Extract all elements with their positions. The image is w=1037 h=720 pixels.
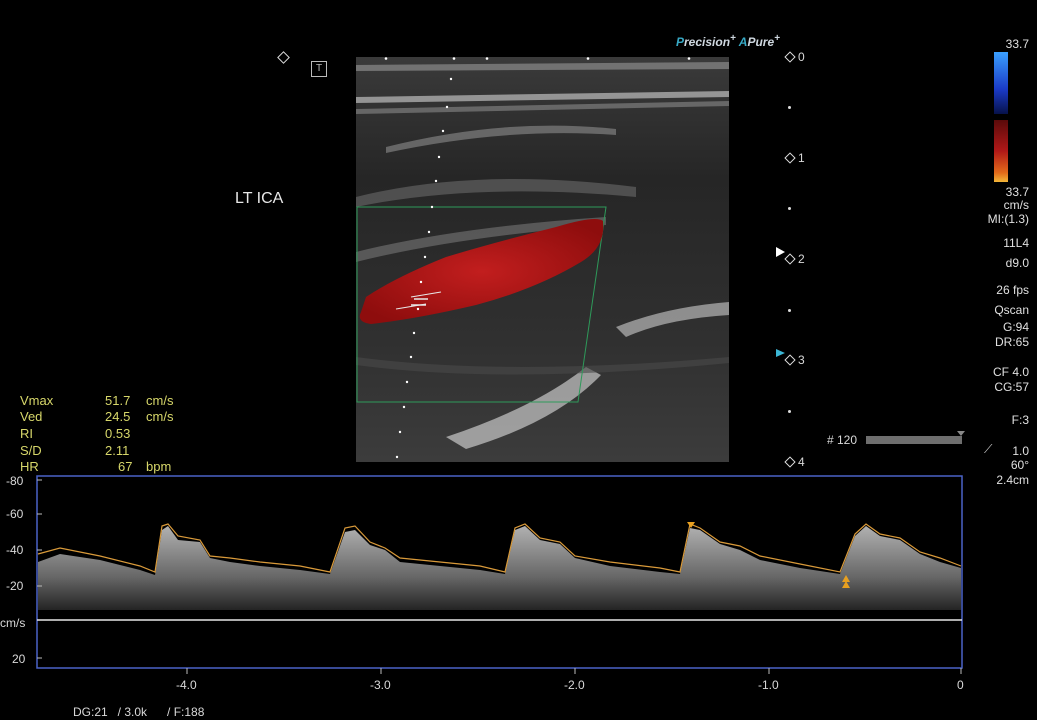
x-tick-label: 0: [957, 678, 964, 692]
setting-fps: 26 fps: [996, 283, 1029, 297]
x-tick-label: -3.0: [370, 678, 391, 692]
measurement-label: Ved: [20, 409, 43, 424]
x-tick-label: -1.0: [758, 678, 779, 692]
measurement-label: S/D: [20, 443, 42, 458]
measurement-unit: cm/s: [146, 409, 174, 424]
depth-half-dot: [788, 309, 791, 312]
doppler-info-bar: DG:21 / 3.0k / F:188: [73, 705, 205, 719]
probe-marker-icon: T: [311, 61, 327, 77]
depth-marker-icon: [784, 152, 796, 164]
focus-marker-icon: [776, 247, 785, 257]
setting-mi: MI:(1.3): [987, 212, 1029, 226]
ultrasound-image: [356, 57, 729, 462]
y-tick-label: -40: [6, 543, 24, 557]
depth-marker-icon: [784, 456, 796, 468]
angle-correction-icon: ⟋: [984, 442, 993, 456]
cine-scroll-bar[interactable]: [866, 436, 962, 444]
depth-marker-icon: [784, 354, 796, 366]
color-bar-positive: [994, 52, 1008, 114]
measurement-value: 0.53: [105, 426, 131, 441]
color-bar-negative: [994, 120, 1008, 182]
orientation-diamond-icon: [277, 51, 290, 64]
measurement-value: 24.5: [105, 409, 131, 424]
y-tick-label: 20: [12, 652, 26, 666]
x-tick-label: -2.0: [564, 678, 585, 692]
depth-half-dot: [788, 207, 791, 210]
setting-filter: F:3: [1011, 413, 1029, 427]
depth-tick-label: 3: [798, 353, 805, 367]
setting-gain: G:94: [1002, 320, 1029, 334]
depth-marker-icon: [784, 51, 796, 63]
setting-cg: CG:57: [994, 380, 1029, 394]
color-bar-bottom-label: 33.7: [1005, 185, 1029, 199]
measurement-value: 51.7: [105, 393, 131, 408]
measurement-value: 2.11: [105, 443, 130, 458]
measurement-label: Vmax: [20, 393, 54, 408]
y-tick-label: -20: [6, 579, 24, 593]
measurement-unit: cm/s: [146, 393, 174, 408]
depth-tick-label: 2: [798, 252, 805, 266]
setting-probe: 11L4: [1003, 236, 1029, 250]
y-tick-label: -80: [6, 474, 24, 488]
cf-focus-marker-icon: [776, 349, 785, 357]
vessel-label: LT ICA: [235, 190, 284, 207]
depth-tick-label: 1: [798, 151, 805, 165]
depth-marker-icon: [784, 253, 796, 265]
depth-half-dot: [788, 410, 791, 413]
spectral-doppler-display: [36, 475, 963, 674]
color-bar-top-label: 33.7: [1005, 37, 1029, 51]
setting-qscan: Qscan: [994, 303, 1029, 317]
x-tick-label: -4.0: [176, 678, 197, 692]
color-bar-unit: cm/s: [1003, 198, 1029, 212]
depth-tick-label: 4: [798, 455, 805, 469]
cine-marker-icon: [957, 431, 965, 436]
y-axis-unit: cm/s: [0, 616, 26, 630]
angle-value-1: 1.0: [1012, 444, 1029, 458]
depth-tick-label: 0: [798, 50, 805, 64]
y-tick-label: -60: [6, 507, 24, 521]
setting-cf: CF 4.0: [992, 365, 1029, 379]
measurement-label: RI: [20, 426, 33, 441]
depth-half-dot: [788, 106, 791, 109]
frame-counter: # 120: [827, 433, 858, 447]
brand-logo: Precision+ APure+: [676, 33, 780, 49]
setting-depth: d9.0: [1005, 256, 1029, 270]
setting-dr: DR:65: [994, 335, 1029, 349]
